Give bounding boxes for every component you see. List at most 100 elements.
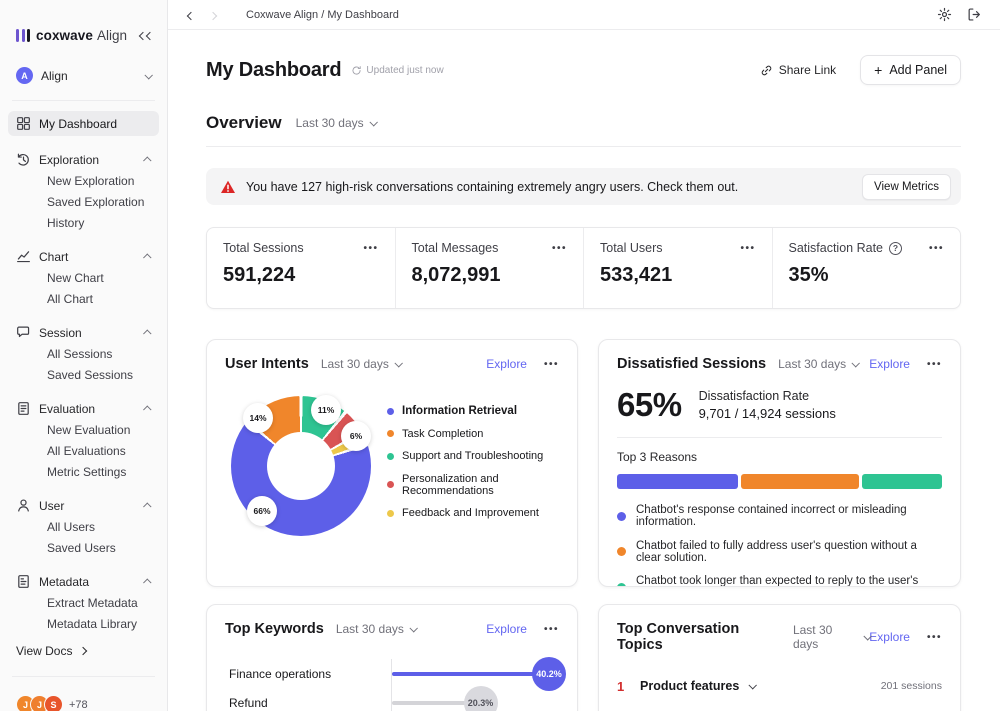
sidebar-item[interactable]: All Sessions [8,343,159,364]
legend-item: Personalization and Recommendations [387,473,559,497]
avatars-more-count: +78 [69,699,88,711]
sidebar-section-exploration[interactable]: Exploration [8,149,159,170]
more-menu-icon[interactable] [544,359,559,370]
more-menu-icon[interactable] [740,243,755,254]
sidebar-item[interactable]: All Evaluations [8,440,159,461]
keyword-row[interactable]: Finance operations 40.2% [225,659,559,688]
sidebar-collapse-icon[interactable] [140,33,153,39]
section-label: Metadata [39,575,89,589]
sidebar-item[interactable]: Saved Users [8,537,159,558]
stacked-bar-segment [617,474,738,489]
breadcrumb: Coxwave Align / My Dashboard [246,9,399,21]
legend-label: Personalization and Recommendations [402,473,559,497]
stacked-bar-segment [741,474,859,489]
sidebar-item[interactable]: New Exploration [8,170,159,191]
chevron-up-icon [143,156,151,164]
panel-title: Dissatisfied Sessions [617,356,766,372]
more-menu-icon[interactable] [929,243,944,254]
sidebar-item[interactable]: Saved Sessions [8,364,159,385]
topic-row[interactable]: 1 Product features 201 sessions [617,677,942,695]
sidebar-item[interactable]: Metadata Library [8,613,159,634]
sidebar-item-my-dashboard[interactable]: My Dashboard [8,111,159,136]
nav-forward-icon[interactable] [206,4,220,26]
explore-link[interactable]: Explore [869,357,910,371]
reason-item: Chatbot's response contained incorrect o… [617,504,942,528]
reason-dot-icon [617,583,626,588]
reason-dot-icon [617,547,626,556]
sidebar-item[interactable]: All Users [8,516,159,537]
donut-legend: Information Retrieval Task Completion Su… [371,405,559,536]
sign-out-icon[interactable] [967,7,982,22]
nav-back-icon[interactable] [184,4,198,26]
panel-title: Top Conversation Topics [617,621,781,653]
sidebar-section-user[interactable]: User [8,495,159,516]
sidebar-section-metadata[interactable]: Metadata [8,571,159,592]
workspace-label: Align [41,69,68,83]
more-menu-icon[interactable] [927,632,942,643]
sidebar-item[interactable]: Saved Exploration [8,191,159,212]
stat-card: Satisfaction Rate 35% [772,228,961,308]
section-label: Chart [39,250,68,264]
more-menu-icon[interactable] [552,243,567,254]
sidebar-item[interactable]: New Evaluation [8,419,159,440]
legend-item: Task Completion [387,428,559,440]
page-content: My Dashboard Updated just now Share Link… [168,30,1000,711]
stat-card: Total Messages 8,072,991 [395,228,584,308]
sidebar-item[interactable]: History [8,212,159,233]
overview-header: Overview Last 30 days [206,113,961,133]
more-menu-icon[interactable] [544,624,559,635]
stat-label: Total Users [600,241,663,255]
sidebar-item[interactable]: All Chart [8,288,159,309]
explore-link[interactable]: Explore [869,630,910,644]
donut-slice-label: 11% [311,395,341,425]
reason-item: Chatbot took longer than expected to rep… [617,575,942,587]
explore-link[interactable]: Explore [486,622,527,636]
sidebar-nav: My Dashboard Exploration New Exploration… [0,107,167,634]
exploration-icon [16,152,31,167]
explore-link[interactable]: Explore [486,357,527,371]
sidebar-section: Metadata Extract MetadataMetadata Librar… [8,571,159,634]
keyword-label: Refund [225,696,391,710]
sidebar-section-evaluation[interactable]: Evaluation [8,398,159,419]
more-menu-icon[interactable] [363,243,378,254]
panel-range-label: Last 30 days [321,357,389,371]
share-link-button[interactable]: Share Link [760,63,836,77]
view-metrics-button[interactable]: View Metrics [862,174,951,200]
sidebar-item[interactable]: New Chart [8,267,159,288]
stat-value: 8,072,991 [412,264,568,287]
view-docs-link[interactable]: View Docs [0,634,167,670]
overview-range-select[interactable]: Last 30 days [296,116,376,130]
dissatisfaction-pct: 65% [617,386,682,424]
panel-range-select[interactable]: Last 30 days [321,357,401,371]
reason-text: Chatbot took longer than expected to rep… [636,575,942,587]
panel-range-select[interactable]: Last 30 days [336,622,416,636]
panel-range-label: Last 30 days [793,623,858,651]
stat-card: Total Sessions 591,224 [207,228,395,308]
sidebar-item[interactable]: Metric Settings [8,461,159,482]
view-docs-label: View Docs [16,644,72,658]
sidebar-item[interactable]: Extract Metadata [8,592,159,613]
panel-range-select[interactable]: Last 30 days [793,623,869,651]
sidebar-divider [12,676,155,677]
legend-label: Feedback and Improvement [402,507,539,519]
panel-range-select[interactable]: Last 30 days [778,357,858,371]
sidebar-section-session[interactable]: Session [8,322,159,343]
reason-text: Chatbot's response contained incorrect o… [636,504,942,528]
keyword-bar [392,672,549,676]
more-menu-icon[interactable] [927,359,942,370]
add-panel-button[interactable]: + Add Panel [860,55,961,85]
overview-title: Overview [206,113,282,133]
chevron-up-icon [143,578,151,586]
sidebar-section-chart[interactable]: Chart [8,246,159,267]
user-icon [16,498,31,513]
settings-gear-icon[interactable] [937,7,952,22]
keyword-row[interactable]: Refund 20.3% [225,688,559,711]
chevron-up-icon [143,502,151,510]
workspace-switcher[interactable]: A Align [0,53,167,94]
section-label: Evaluation [39,402,95,416]
chevron-right-icon [79,647,87,655]
members-avatars[interactable]: JJS +78 [0,683,167,711]
avatar-stack: JJS [16,695,63,711]
help-icon[interactable] [889,242,902,255]
stat-value: 35% [789,264,945,287]
